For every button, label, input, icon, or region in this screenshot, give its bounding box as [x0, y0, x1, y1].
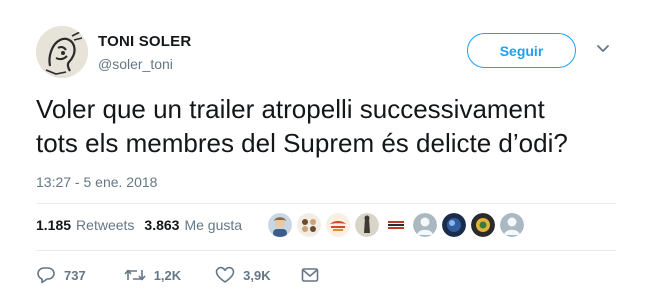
tweet-text-line-2: tots els membres del Suprem és delicte d… — [36, 128, 568, 158]
chevron-down-icon[interactable] — [596, 44, 610, 54]
retweet-icon — [124, 269, 146, 281]
author-name[interactable]: TONI SOLER — [98, 33, 191, 50]
likes-count: 3.863 — [144, 217, 180, 233]
reply-action[interactable]: 737 — [36, 266, 86, 284]
liker-avatar-2[interactable] — [297, 213, 321, 237]
likes-label: Me gusta — [184, 217, 243, 233]
likes-stat[interactable]: 3.863 Me gusta — [144, 217, 242, 233]
reply-icon — [37, 267, 55, 284]
retweets-stat[interactable]: 1.185 Retweets — [36, 217, 134, 233]
liker-avatar-8[interactable] — [471, 213, 495, 237]
envelope-icon — [301, 268, 318, 282]
liker-avatar-5[interactable] — [384, 213, 408, 237]
tweet-timestamp[interactable]: 13:27 - 5 ene. 2018 — [36, 174, 157, 190]
author-handle[interactable]: @soler_toni — [98, 56, 173, 72]
tweet-text-line-1: Voler que un trailer atropelli successiv… — [36, 94, 545, 124]
retweet-count: 1,2K — [153, 267, 182, 283]
like-action[interactable]: 3,9K — [215, 266, 271, 284]
author-avatar[interactable] — [36, 26, 88, 78]
heart-icon — [215, 266, 235, 283]
divider-top — [36, 203, 616, 204]
likers-avatars — [268, 213, 529, 237]
tweet-stats: 1.185 Retweets 3.863 Me gusta — [36, 217, 242, 233]
tweet-actions: 737 1,2K 3,9K — [36, 266, 319, 284]
liker-avatar-4[interactable] — [355, 213, 379, 237]
liker-avatar-6[interactable] — [413, 213, 437, 237]
retweets-label: Retweets — [76, 217, 135, 233]
reply-count: 737 — [64, 267, 86, 283]
tweet-text: Voler que un trailer atropelli successiv… — [36, 92, 636, 160]
liker-avatar-9[interactable] — [500, 213, 524, 237]
liker-avatar-1[interactable] — [268, 213, 292, 237]
divider-bottom — [36, 250, 616, 251]
liker-avatar-7[interactable] — [442, 213, 466, 237]
direct-message-action[interactable] — [301, 267, 319, 283]
retweets-count: 1.185 — [36, 217, 72, 233]
retweet-action[interactable]: 1,2K — [124, 267, 181, 283]
caricature-avatar-icon — [36, 26, 88, 78]
follow-button[interactable]: Seguir — [467, 33, 576, 68]
liker-avatar-3[interactable] — [326, 213, 350, 237]
like-count: 3,9K — [243, 267, 271, 283]
